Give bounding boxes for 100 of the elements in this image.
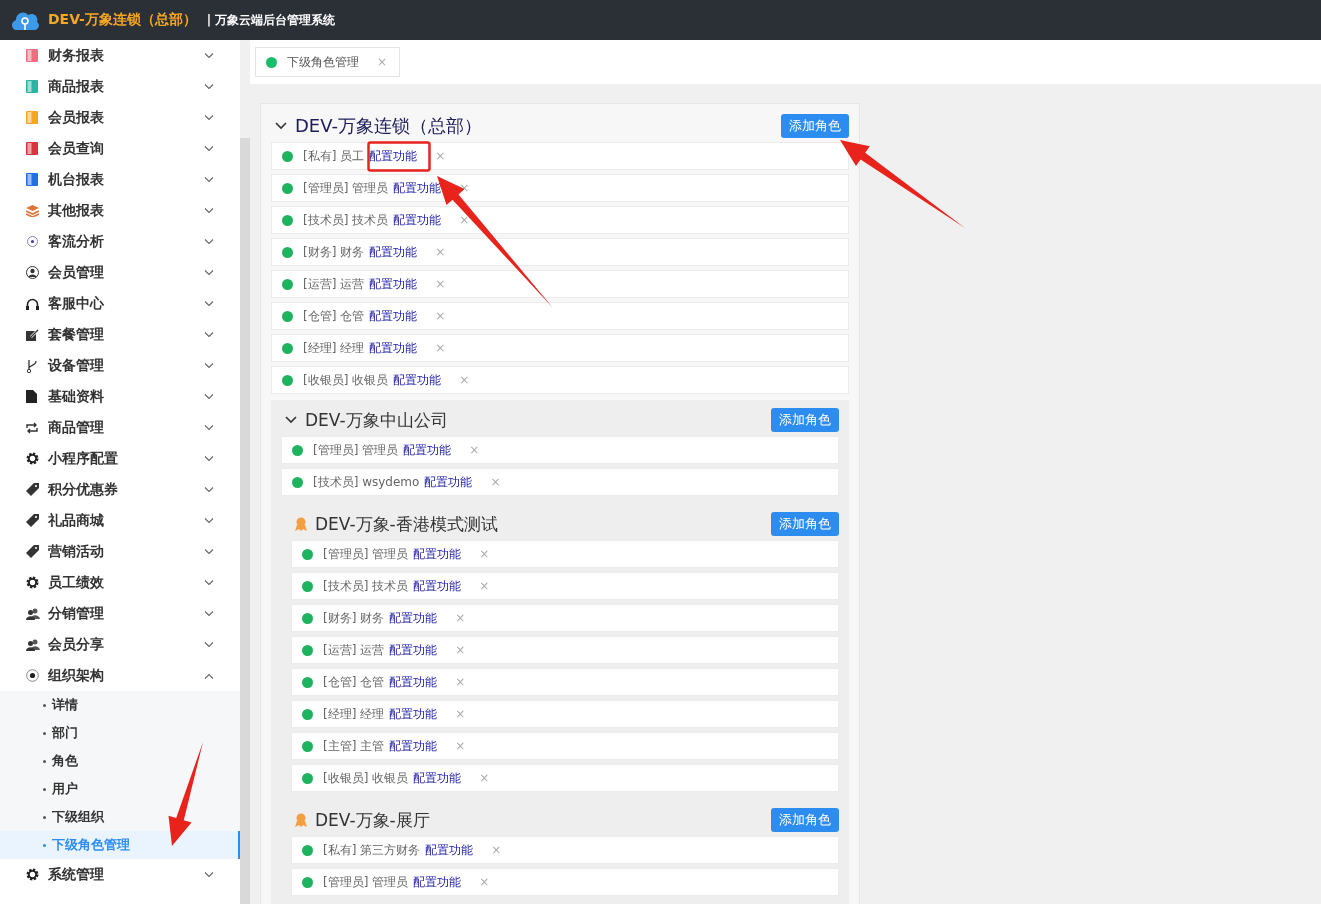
configure-link[interactable]: 配置功能 [393,211,442,229]
configure-link[interactable]: 配置功能 [369,275,418,293]
menu-item[interactable]: 礼品商城 [0,505,240,536]
target-icon [26,235,39,248]
configure-link[interactable]: 配置功能 [369,243,418,261]
chevron-down-icon [204,871,214,878]
chevron-down-icon[interactable] [285,416,297,424]
menu-item[interactable]: 会员查询 [0,133,240,164]
menu-item[interactable]: 其他报表 [0,195,240,226]
layers-icon [26,204,39,217]
submenu-item[interactable]: 部门 [0,719,240,747]
headset-icon [26,297,39,310]
configure-link[interactable]: 配置功能 [369,307,418,325]
menu-item[interactable]: 设备管理 [0,350,240,381]
configure-link[interactable]: 配置功能 [389,737,438,755]
role-label: [收银员] 收银员 [323,769,409,787]
submenu-item[interactable]: 详情 [0,691,240,719]
gear-icon [26,576,39,589]
menu-item[interactable]: 会员管理 [0,257,240,288]
branch-icon [26,358,38,373]
submenu-item[interactable]: 角色 [0,747,240,775]
configure-link[interactable]: 配置功能 [413,769,462,787]
scrollbar-thumb[interactable] [240,138,250,904]
menu-item[interactable]: 小程序配置 [0,443,240,474]
role-label: [管理员] 管理员 [313,441,399,459]
chevron-down-icon [204,424,214,431]
role-label: [管理员] 管理员 [303,179,389,197]
menu-item[interactable]: 会员分享 [0,629,240,660]
status-dot [302,580,313,592]
configure-link[interactable]: 配置功能 [389,641,438,659]
configure-link[interactable]: 配置功能 [389,609,438,627]
chevron-down-icon [204,331,214,338]
menu-item[interactable]: 套餐管理 [0,319,240,350]
role-label: [仓管] 仓管 [303,307,365,325]
chevron-down-icon [204,362,214,369]
role-label: [财务] 财务 [323,609,385,627]
chevron-down-icon [204,517,214,524]
menu-item[interactable]: 会员报表 [0,102,240,133]
menu-item[interactable]: 客服中心 [0,288,240,319]
status-dot [302,612,313,624]
menu-item[interactable]: 财务报表 [0,40,240,71]
submenu-item[interactable]: 下级组织 [0,803,240,831]
submenu-item[interactable]: 用户 [0,775,240,803]
chevron-down-icon [204,641,214,648]
status-dot [282,150,293,162]
users-icon [26,638,40,651]
status-dot [302,740,313,752]
status-dot [302,644,313,656]
role-label: [技术员] 技术员 [303,211,389,229]
chevron-down-icon [204,548,214,555]
menu-item[interactable]: 营销活动 [0,536,240,567]
organization-title: DEV-万象中山公司 [305,408,449,432]
role-label: [运营] 运营 [323,641,385,659]
role-label: [私有] 员工 [303,147,365,165]
swap-icon [26,421,38,434]
configure-link[interactable]: 配置功能 [413,545,462,563]
configure-link[interactable]: 配置功能 [393,179,442,197]
menu-item[interactable]: 员工绩效 [0,567,240,598]
book-icon [26,173,38,186]
configure-link[interactable]: 配置功能 [425,841,474,859]
status-dot [282,278,293,290]
configure-link[interactable]: 配置功能 [369,339,418,357]
menu-item[interactable]: 商品管理 [0,412,240,443]
status-dot [282,310,293,322]
role-label: [主管] 主管 [323,737,385,755]
configure-link[interactable]: 配置功能 [413,873,462,891]
tab[interactable]: 下级角色管理 × [255,47,401,77]
menu-item[interactable]: 系统管理 [0,859,240,890]
menu-item[interactable]: 客流分析 [0,226,240,257]
brand-title: DEV-万象连锁（总部） [48,11,197,29]
organization-title: DEV-万象连锁（总部） [295,114,483,138]
status-dot [282,182,293,194]
menu-item[interactable]: 分销管理 [0,598,240,629]
configure-link[interactable]: 配置功能 [403,441,452,459]
menu-item[interactable]: 组织架构 [0,660,240,691]
configure-link[interactable]: 配置功能 [389,673,438,691]
chevron-down-icon [204,52,214,59]
chevron-down-icon [204,300,214,307]
menu-item[interactable]: 商品报表 [0,71,240,102]
status-dot [282,246,293,258]
configure-link[interactable]: 配置功能 [424,473,473,491]
configure-link[interactable]: 配置功能 [413,577,462,595]
chevron-down-icon [204,269,214,276]
status-dot [282,342,293,354]
chevron-down-icon [204,83,214,90]
chevron-down-icon [204,579,214,586]
chevron-down-icon[interactable] [275,122,287,130]
tag-icon [26,483,39,496]
document-icon [26,390,37,403]
menu-item[interactable]: 积分优惠券 [0,474,240,505]
user-icon [26,266,39,279]
chevron-down-icon [204,207,214,214]
role-label: [收银员] 收银员 [303,371,389,389]
menu-item[interactable]: 基础资料 [0,381,240,412]
menu-item[interactable]: 机台报表 [0,164,240,195]
chevron-down-icon [204,145,214,152]
ribbon-icon [295,812,307,828]
configure-link[interactable]: 配置功能 [393,371,442,389]
edit-icon [26,328,39,341]
configure-link[interactable]: 配置功能 [389,705,438,723]
